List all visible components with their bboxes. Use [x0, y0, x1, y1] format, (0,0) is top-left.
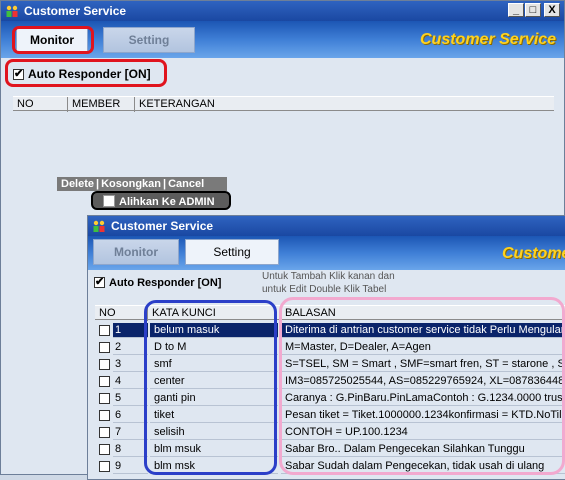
tab-monitor[interactable]: Monitor: [16, 27, 88, 53]
row-checkbox[interactable]: [99, 427, 110, 438]
app-icon: [6, 5, 18, 17]
row-checkbox[interactable]: [99, 410, 110, 421]
row-kata-kunci: selisih: [150, 425, 278, 440]
auto-responder-toggle[interactable]: Auto Responder [ON]: [13, 67, 151, 81]
auto-responder-checkbox[interactable]: [94, 275, 105, 288]
row-kata-kunci: belum masuk: [150, 323, 278, 338]
row-no: 6: [113, 408, 148, 423]
row-checkbox[interactable]: [99, 325, 110, 336]
row-balasan: Caranya : G.PinBaru.PinLamaContoh : G.12…: [281, 391, 565, 406]
table-row[interactable]: 5 ganti pin Caranya : G.PinBaru.PinLamaCon…: [95, 390, 565, 407]
cancel-menu-item[interactable]: Cancel: [166, 178, 206, 190]
minimize-button[interactable]: _: [508, 3, 524, 17]
row-balasan: Diterima di antrian customer service tid…: [281, 323, 565, 338]
alihkan-ke-admin-toggle[interactable]: Alihkan Ke ADMIN: [91, 191, 231, 210]
column-no[interactable]: NO: [95, 306, 148, 321]
monitor-table-header: NO MEMBER KETERANGAN: [13, 96, 554, 112]
row-kata-kunci: D to M: [150, 340, 278, 355]
auto-responder-label: Auto Responder [ON]: [28, 67, 151, 81]
back-tabbar: Monitor Setting Customer Service: [1, 21, 564, 58]
keyword-table-header: NO KATA KUNCI BALASAN: [95, 305, 565, 321]
column-keterangan[interactable]: KETERANGAN: [135, 97, 554, 112]
hint-text: Untuk Tambah Klik kanan dan untuk Edit D…: [262, 270, 395, 296]
row-balasan: Pesan tiket = Tiket.1000000.1234konfirma…: [281, 408, 565, 423]
row-kata-kunci: blm msk: [150, 459, 278, 474]
brand-title: Customer Service: [502, 245, 565, 262]
table-row[interactable]: 3 smf S=TSEL, SM = Smart , SMF=smart fren,…: [95, 356, 565, 373]
table-row[interactable]: 4 center IM3=085725025544, AS=085229765924…: [95, 373, 565, 390]
table-row[interactable]: 8 blm msuk Sabar Bro.. Dalam Pengecekan Si…: [95, 441, 565, 458]
auto-responder-checkbox[interactable]: [13, 67, 24, 80]
row-checkbox[interactable]: [99, 444, 110, 455]
row-no: 3: [113, 357, 148, 372]
row-kata-kunci: tiket: [150, 408, 278, 423]
row-balasan: S=TSEL, SM = Smart , SMF=smart fren, ST …: [281, 357, 565, 372]
row-balasan: CONTOH = UP.100.1234: [281, 425, 565, 440]
row-kata-kunci: center: [150, 374, 278, 389]
window-title: Customer Service: [24, 4, 127, 18]
table-row[interactable]: 1 belum masuk Diterima di antrian customer…: [95, 322, 565, 339]
auto-responder-toggle[interactable]: Auto Responder [ON]: [94, 275, 222, 289]
table-row[interactable]: 7 selisih CONTOH = UP.100.1234: [95, 424, 565, 441]
column-kata-kunci[interactable]: KATA KUNCI: [148, 306, 281, 321]
table-row[interactable]: 2D to M M=Master, D=Dealer, A=Agen: [95, 339, 565, 356]
column-no[interactable]: NO: [13, 97, 68, 112]
front-titlebar[interactable]: Customer Service: [88, 216, 565, 236]
maximize-button[interactable]: □: [525, 3, 541, 17]
row-checkbox[interactable]: [99, 359, 110, 370]
delete-menu-item[interactable]: Delete: [59, 178, 96, 190]
tab-setting[interactable]: Setting: [103, 27, 195, 53]
alihkan-checkbox[interactable]: [103, 195, 115, 207]
row-kata-kunci: ganti pin: [150, 391, 278, 406]
row-no: 5: [113, 391, 148, 406]
table-row[interactable]: 9 blm msk Sabar Sudah dalam Pengecekan, ti…: [95, 458, 565, 475]
app-icon: [93, 220, 105, 232]
row-no: 1: [113, 323, 148, 338]
row-balasan: IM3=085725025544, AS=085229765924, XL=08…: [281, 374, 565, 389]
alihkan-label: Alihkan Ke ADMIN: [119, 196, 215, 208]
back-titlebar[interactable]: Customer Service _ □ X: [1, 1, 564, 21]
row-balasan: M=Master, D=Dealer, A=Agen: [281, 340, 565, 355]
close-button[interactable]: X: [544, 3, 560, 17]
kosongkan-menu-item[interactable]: Kosongkan: [99, 178, 163, 190]
tab-setting[interactable]: Setting: [185, 239, 279, 265]
row-kata-kunci: smf: [150, 357, 278, 372]
brand-title: Customer Service: [420, 31, 557, 48]
row-no: 9: [113, 459, 148, 474]
auto-responder-label: Auto Responder [ON]: [109, 277, 222, 289]
tab-monitor[interactable]: Monitor: [93, 239, 179, 265]
column-member[interactable]: MEMBER: [68, 97, 135, 112]
row-checkbox[interactable]: [99, 393, 110, 404]
row-no: 7: [113, 425, 148, 440]
hint-line-2: untuk Edit Double Klik Tabel: [262, 284, 387, 295]
window-title: Customer Service: [111, 219, 214, 233]
hint-line-1: Untuk Tambah Klik kanan dan: [262, 271, 395, 282]
context-menu: Delete | Kosongkan | Cancel: [57, 177, 227, 191]
row-no: 8: [113, 442, 148, 457]
row-balasan: Sabar Sudah dalam Pengecekan, tidak usah…: [281, 459, 565, 474]
row-no: 2: [113, 340, 148, 355]
row-no: 4: [113, 374, 148, 389]
front-tabbar: Monitor Setting Customer Service: [88, 236, 565, 270]
row-checkbox[interactable]: [99, 342, 110, 353]
column-balasan[interactable]: BALASAN: [281, 306, 565, 321]
row-balasan: Sabar Bro.. Dalam Pengecekan Silahkan Tu…: [281, 442, 565, 457]
row-kata-kunci: blm msuk: [150, 442, 278, 457]
row-checkbox[interactable]: [99, 376, 110, 387]
row-checkbox[interactable]: [99, 461, 110, 472]
table-row[interactable]: 6 tiket Pesan tiket = Tiket.1000000.1234ko…: [95, 407, 565, 424]
